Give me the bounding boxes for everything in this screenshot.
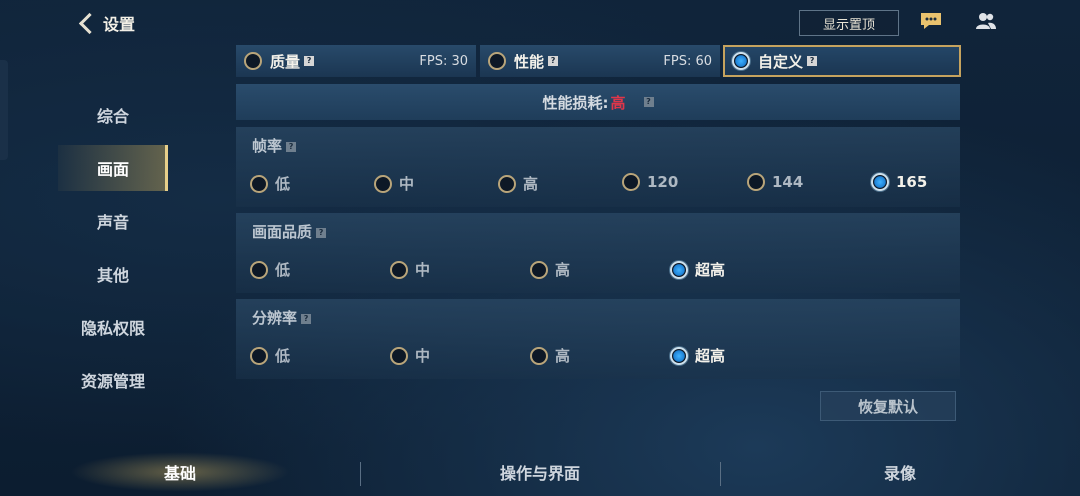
resolution-option-low[interactable]: 低 xyxy=(250,345,290,366)
framerate-section: 帧率? 低 中 高 120 144 165 xyxy=(236,127,960,207)
reset-default-button[interactable]: 恢复默认 xyxy=(820,391,956,421)
help-icon[interactable]: ? xyxy=(643,97,654,107)
tab-divider xyxy=(720,462,721,486)
quality-option-low[interactable]: 低 xyxy=(250,259,290,280)
resolution-section: 分辨率? 低 中 高 超高 xyxy=(236,299,960,379)
performance-cost-banner: 性能损耗: 高 ? xyxy=(236,84,960,120)
quality-option-mid[interactable]: 中 xyxy=(390,259,430,280)
sidebar-item-sound[interactable]: 声音 xyxy=(58,198,168,244)
friends-icon[interactable] xyxy=(975,12,997,30)
sidebar-item-general[interactable]: 综合 xyxy=(58,92,168,138)
resolution-option-ultra[interactable]: 超高 xyxy=(670,345,725,366)
section-title: 画面品质? xyxy=(252,221,327,242)
radio-icon xyxy=(244,52,262,70)
radio-selected-icon xyxy=(670,346,688,365)
radio-selected-icon xyxy=(871,173,889,191)
performance-cost-value: 高 xyxy=(610,93,626,112)
resolution-option-mid[interactable]: 中 xyxy=(390,345,430,366)
edge-handle xyxy=(0,60,8,160)
framerate-option-low[interactable]: 低 xyxy=(250,173,290,194)
radio-selected-icon xyxy=(732,52,750,70)
sidebar-item-other[interactable]: 其他 xyxy=(58,251,168,297)
sidebar-item-privacy[interactable]: 隐私权限 xyxy=(58,304,168,350)
section-title: 分辨率? xyxy=(252,307,312,328)
preset-quality[interactable]: 质量 ? FPS: 30 xyxy=(236,45,476,77)
quality-section: 画面品质? 低 中 高 超高 xyxy=(236,213,960,293)
help-icon[interactable]: ? xyxy=(304,56,315,66)
sidebar-item-graphics[interactable]: 画面 xyxy=(58,145,168,191)
preset-custom[interactable]: 自定义 ? xyxy=(723,45,961,77)
framerate-option-165[interactable]: 165 xyxy=(871,173,927,191)
framerate-option-mid[interactable]: 中 xyxy=(374,173,414,194)
preset-fps: FPS: 30 xyxy=(419,53,468,69)
chevron-left-icon xyxy=(78,12,101,34)
section-title: 帧率? xyxy=(252,135,297,156)
tab-controls-ui[interactable]: 操作与界面 xyxy=(430,452,650,492)
framerate-option-high[interactable]: 高 xyxy=(498,173,538,194)
help-icon[interactable]: ? xyxy=(807,56,818,66)
performance-cost-label: 性能损耗: xyxy=(542,93,609,112)
page-title: 设置 xyxy=(103,15,136,34)
resolution-option-high[interactable]: 高 xyxy=(530,345,570,366)
back-button[interactable]: 设置 xyxy=(76,10,146,36)
tab-divider xyxy=(360,462,361,486)
help-icon[interactable]: ? xyxy=(548,56,559,66)
tab-basic[interactable]: 基础 xyxy=(70,452,290,492)
framerate-option-144[interactable]: 144 xyxy=(747,173,803,191)
pin-top-button[interactable]: 显示置顶 xyxy=(799,10,899,36)
preset-label: 质量 xyxy=(270,52,301,71)
preset-label: 性能 xyxy=(514,52,545,71)
preset-label: 自定义 xyxy=(758,52,804,71)
framerate-option-120[interactable]: 120 xyxy=(622,173,678,191)
preset-fps: FPS: 60 xyxy=(663,53,712,69)
tab-replay[interactable]: 录像 xyxy=(790,452,1010,492)
radio-selected-icon xyxy=(670,260,688,279)
quality-option-ultra[interactable]: 超高 xyxy=(670,259,725,280)
quality-option-high[interactable]: 高 xyxy=(530,259,570,280)
preset-performance[interactable]: 性能 ? FPS: 60 xyxy=(480,45,720,77)
chat-icon[interactable] xyxy=(920,12,942,30)
sidebar-item-resources[interactable]: 资源管理 xyxy=(58,357,168,403)
radio-icon xyxy=(488,52,506,70)
